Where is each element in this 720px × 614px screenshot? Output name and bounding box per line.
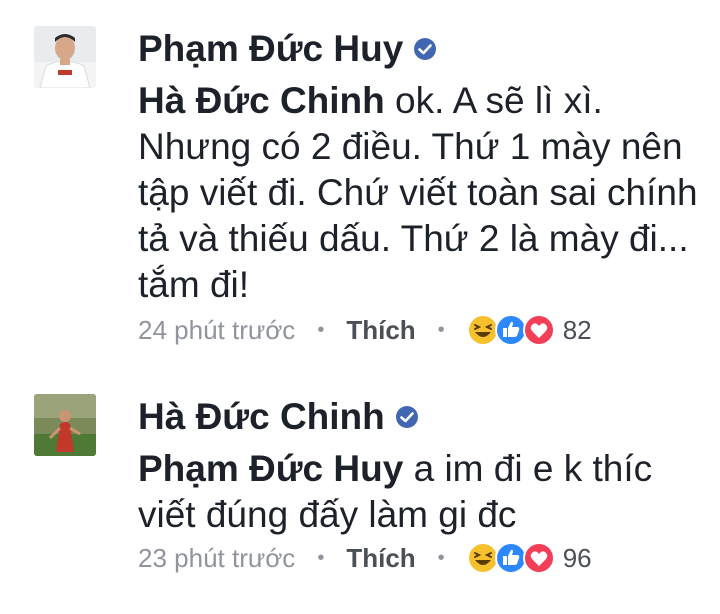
separator-dot: • <box>317 546 325 569</box>
reactions-summary[interactable]: 96 <box>466 542 592 574</box>
verified-badge-icon <box>413 37 437 61</box>
avatar[interactable] <box>34 26 96 88</box>
author-name[interactable]: Hà Đức Chinh <box>138 396 385 438</box>
timestamp[interactable]: 24 phút trước <box>138 315 295 346</box>
reactions-summary[interactable]: 82 <box>466 314 592 346</box>
comment-text: Phạm Đức Huy a im đi e k thíc viết đúng … <box>138 446 698 538</box>
comment-line: Hà Đức Chinh ok. A sẽ lì xì. <box>138 78 698 124</box>
separator-dot: • <box>317 318 325 341</box>
comment-line: Phạm Đức Huy a im đi e k thíc <box>138 446 698 492</box>
mention-link[interactable]: Hà Đức Chinh <box>138 80 385 121</box>
name-row: Phạm Đức Huy <box>138 24 698 74</box>
comment-line: viết đúng đấy làm gi đc <box>138 494 517 535</box>
separator-dot: • <box>437 318 445 341</box>
like-button[interactable]: Thích <box>346 315 415 346</box>
comment-line: tập viết đi. Chứ viết toàn sai chính <box>138 172 698 213</box>
reaction-count: 82 <box>562 314 592 345</box>
comment-line: tắm đi! <box>138 264 250 305</box>
timestamp[interactable]: 23 phút trước <box>138 543 295 574</box>
love-icon <box>522 314 555 346</box>
mention-link[interactable]: Phạm Đức Huy <box>138 448 403 489</box>
comment-line: tả và thiếu dấu. Thứ 2 là mày đi... <box>138 218 689 259</box>
comment-text: Hà Đức Chinh ok. A sẽ lì xì. Nhưng có 2 … <box>138 78 698 308</box>
comment-line: Nhưng có 2 điều. Thứ 1 mày nên <box>138 126 683 167</box>
author-name[interactable]: Phạm Đức Huy <box>138 28 403 70</box>
comment-body: Hà Đức Chinh Phạm Đức Huy a im đi e k th… <box>138 392 698 574</box>
verified-badge-icon <box>395 405 419 429</box>
avatar[interactable] <box>34 394 96 456</box>
like-button[interactable]: Thích <box>346 543 415 574</box>
comment-meta: 23 phút trước • Thích • 96 <box>138 542 592 574</box>
comment-body: Phạm Đức Huy Hà Đức Chinh ok. A sẽ lì xì… <box>138 24 698 346</box>
love-icon <box>522 542 555 574</box>
comment-meta: 24 phút trước • Thích • 82 <box>138 314 592 346</box>
text-segment: ok. A sẽ lì xì. <box>395 80 603 121</box>
separator-dot: • <box>437 546 445 569</box>
name-row: Hà Đức Chinh <box>138 392 698 442</box>
text-segment: a im đi e k thíc <box>413 448 653 489</box>
reaction-count: 96 <box>562 542 592 573</box>
